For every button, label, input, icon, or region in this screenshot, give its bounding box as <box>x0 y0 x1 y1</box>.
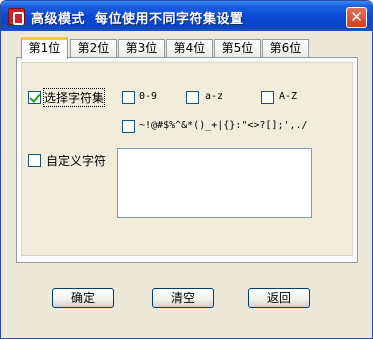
ok-button[interactable]: 确定 <box>52 288 114 308</box>
custom-chars-checkbox[interactable] <box>28 154 41 167</box>
advanced-mode-dialog: 高级模式 每位使用不同字符集设置 ✕ 第1位 第2位 第3位 第4位 第5位 第… <box>0 0 373 339</box>
tab-position-3[interactable]: 第3位 <box>118 39 165 58</box>
back-button[interactable]: 返回 <box>248 288 310 308</box>
tab-position-1[interactable]: 第1位 <box>21 37 68 59</box>
app-icon <box>8 8 25 25</box>
select-charset-checkbox[interactable] <box>28 91 41 104</box>
close-button[interactable]: ✕ <box>346 7 367 28</box>
select-charset-label[interactable]: 选择字符集 <box>42 88 106 107</box>
digits-label[interactable]: 0-9 <box>139 91 157 102</box>
tab-position-6[interactable]: 第6位 <box>262 39 309 58</box>
tab-position-4[interactable]: 第4位 <box>166 39 213 58</box>
window-title: 高级模式 每位使用不同字符集设置 <box>31 12 244 27</box>
lowercase-checkbox[interactable] <box>186 91 199 104</box>
symbols-checkbox[interactable] <box>122 120 135 133</box>
title-bar[interactable]: 高级模式 每位使用不同字符集设置 ✕ <box>1 1 372 31</box>
tab-position-5[interactable]: 第5位 <box>214 39 261 58</box>
tab-position-2[interactable]: 第2位 <box>70 39 117 58</box>
uppercase-label[interactable]: A-Z <box>279 91 297 102</box>
symbols-label[interactable]: ~!@#$%^&*()_+|{}:"<>?[];',./ <box>139 120 308 131</box>
uppercase-checkbox[interactable] <box>261 91 274 104</box>
lowercase-label[interactable]: a-z <box>205 91 223 102</box>
clear-button[interactable]: 清空 <box>152 288 214 308</box>
digits-checkbox[interactable] <box>122 91 135 104</box>
custom-chars-input[interactable] <box>117 148 312 218</box>
custom-chars-label[interactable]: 自定义字符 <box>46 152 106 169</box>
